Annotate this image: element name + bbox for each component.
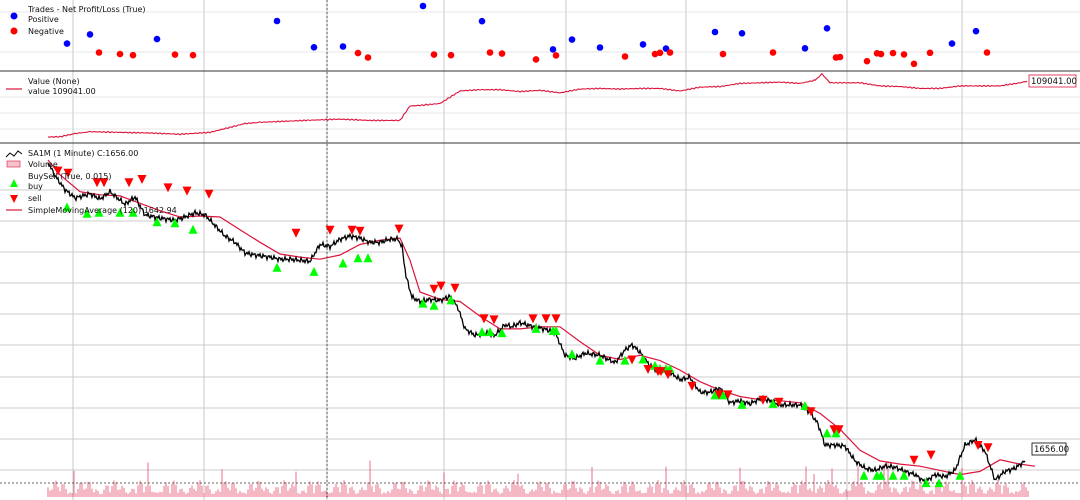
trade-negative-point (364, 54, 372, 61)
trade-positive-point (948, 40, 956, 47)
trade-negative-point (900, 51, 908, 58)
sell-legend-label: sell (28, 194, 42, 203)
value-last-tag-text: 109041.00 (1031, 77, 1077, 87)
trade-negative-point (354, 49, 362, 57)
trade-negative-point (171, 51, 179, 58)
price-last-tag: 1656.00 (1031, 442, 1069, 456)
trade-negative-point (926, 49, 934, 57)
legend-negative-marker (10, 27, 18, 35)
trade-negative-point (836, 53, 844, 61)
trade-positive-point (568, 36, 576, 43)
price-last-tag-text: 1656.00 (1034, 445, 1069, 455)
trade-negative-point (621, 53, 629, 60)
trade-negative-point (719, 50, 727, 58)
trade-negative-point (430, 51, 438, 58)
trade-negative-point (189, 51, 197, 59)
buysell-legend-label: BuySell (True, 0.015) (28, 172, 112, 181)
sma-legend-label: SimpleMovingAverage (120) 1642.94 (28, 206, 177, 215)
trade-negative-point (877, 50, 885, 58)
trade-positive-point (63, 40, 71, 47)
trade-negative-point (498, 50, 506, 57)
chart-background (0, 0, 1080, 500)
trade-negative-point (116, 50, 124, 58)
trade-positive-point (639, 41, 647, 48)
trade-positive-point (823, 25, 831, 32)
volume-legend-icon (6, 160, 21, 168)
trade-positive-point (419, 2, 427, 10)
trade-positive-point (801, 45, 809, 52)
backtest-chart: Trades - Net Profit/Loss (True) Positive… (0, 0, 1080, 500)
trade-negative-point (95, 49, 103, 56)
trade-negative-point (447, 51, 455, 59)
trade-positive-point (711, 28, 719, 36)
trade-negative-point (666, 49, 674, 56)
trade-negative-point (552, 52, 560, 59)
trade-positive-point (596, 44, 604, 51)
value-last-tag: 109041.00 (1028, 74, 1077, 88)
trade-positive-point (86, 31, 94, 38)
legend-negative-label: Negative (28, 27, 64, 36)
trade-negative-point (129, 51, 137, 59)
legend-positive-label: Positive (28, 15, 59, 24)
buy-legend-label: buy (28, 182, 43, 191)
trade-positive-point (478, 17, 486, 25)
trade-negative-point (863, 57, 871, 65)
trade-negative-point (486, 49, 494, 56)
trade-positive-point (273, 17, 281, 25)
trade-positive-point (972, 27, 980, 35)
legend-positive-marker (10, 12, 18, 20)
trade-positive-point (549, 46, 557, 53)
trade-positive-point (738, 30, 746, 37)
trade-negative-point (532, 56, 540, 63)
trades-legend-title: Trades - Net Profit/Loss (True) (27, 5, 146, 14)
volume-legend-label: Volume (28, 160, 58, 169)
trade-negative-point (983, 49, 991, 56)
price-legend-label: SA1M (1 Minute) C:1656.00 (28, 149, 138, 158)
trade-positive-point (339, 43, 347, 50)
value-legend-title: Value (None) (28, 77, 80, 86)
trade-negative-point (910, 60, 918, 68)
trade-negative-point (769, 49, 777, 56)
value-legend-label: value 109041.00 (28, 87, 96, 96)
trade-positive-point (310, 44, 318, 51)
trade-positive-point (153, 35, 161, 43)
trade-negative-point (889, 49, 897, 57)
trade-negative-point (656, 49, 664, 57)
